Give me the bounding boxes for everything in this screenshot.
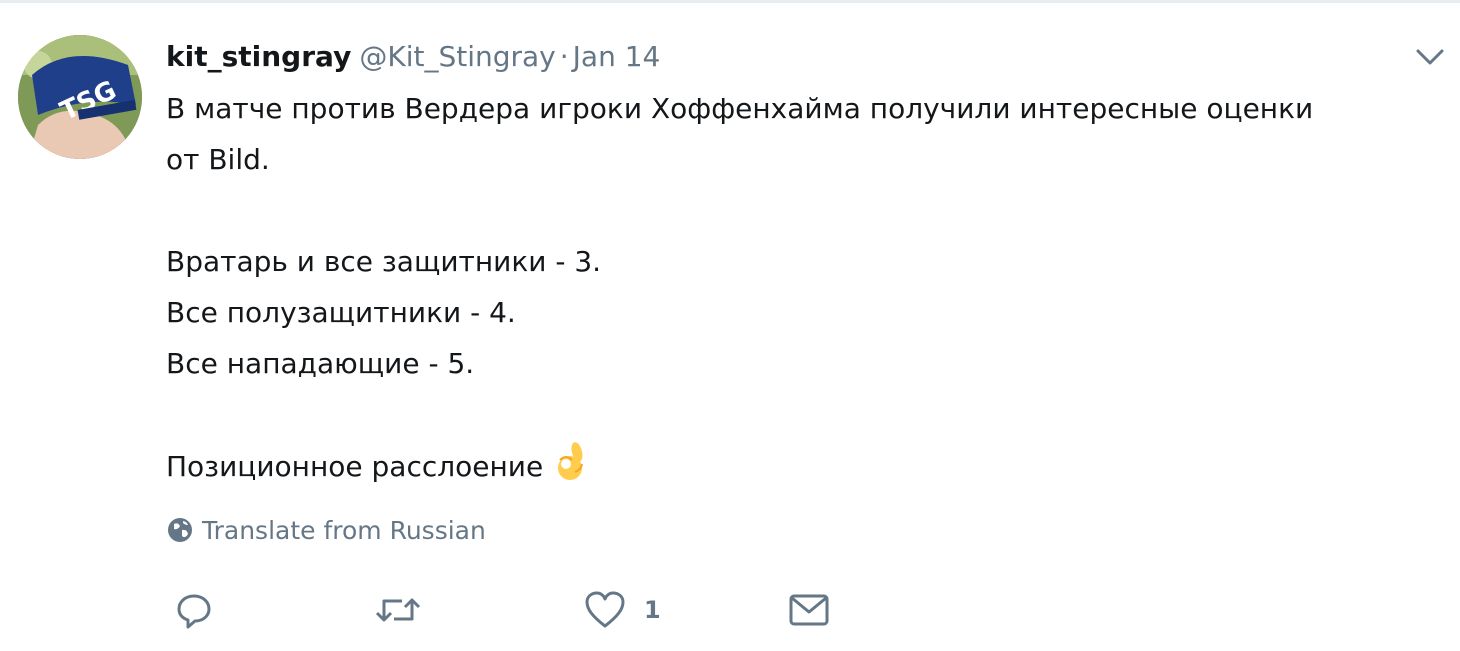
action-bar: 1 xyxy=(166,585,966,635)
tweet-text-line: В матче против Вердера игроки Хоффенхайм… xyxy=(166,92,1314,125)
retweet-button[interactable] xyxy=(374,585,422,635)
envelope-icon xyxy=(789,594,829,626)
ok-hand-emoji xyxy=(551,440,595,484)
retweet-icon xyxy=(375,598,421,622)
user-handle[interactable]: @Kit_Stingray xyxy=(359,40,555,73)
display-name[interactable]: kit_stingray xyxy=(166,40,351,73)
timestamp[interactable]: Jan 14 xyxy=(573,40,661,73)
tweet-text-line: Позиционное расслоение xyxy=(166,450,544,483)
chevron-down-icon[interactable] xyxy=(1414,45,1446,69)
heart-icon xyxy=(585,591,625,628)
translate-link[interactable]: Translate from Russian xyxy=(166,511,486,551)
separator-dot: · xyxy=(559,40,569,73)
tweet-text-last-line: Позиционное расслоение xyxy=(166,440,1446,492)
tweet-text-line: Все нападающие - 5. xyxy=(166,347,475,380)
translate-label: Translate from Russian xyxy=(202,516,486,545)
globe-icon xyxy=(166,516,194,544)
like-count: 1 xyxy=(644,596,661,624)
like-button[interactable]: 1 xyxy=(584,585,661,635)
tweet-text-line: Все полузащитники - 4. xyxy=(166,296,516,329)
tweet-text: В матче против Вердера игроки Хоффенхайм… xyxy=(166,83,1446,492)
tweet-header: kit_stingray @Kit_Stingray · Jan 14 xyxy=(166,37,660,77)
avatar[interactable]: TSG xyxy=(18,35,142,159)
reply-icon xyxy=(177,594,211,629)
direct-message-button[interactable] xyxy=(788,585,830,635)
tweet-text-line: от Bild. xyxy=(166,143,270,176)
reply-button[interactable] xyxy=(174,585,214,635)
tweet-text-line: Вратарь и все защитники - 3. xyxy=(166,245,602,278)
tweet[interactable]: TSG kit_stingray @Kit_Stingray · Jan 14 В м… xyxy=(0,0,1460,651)
